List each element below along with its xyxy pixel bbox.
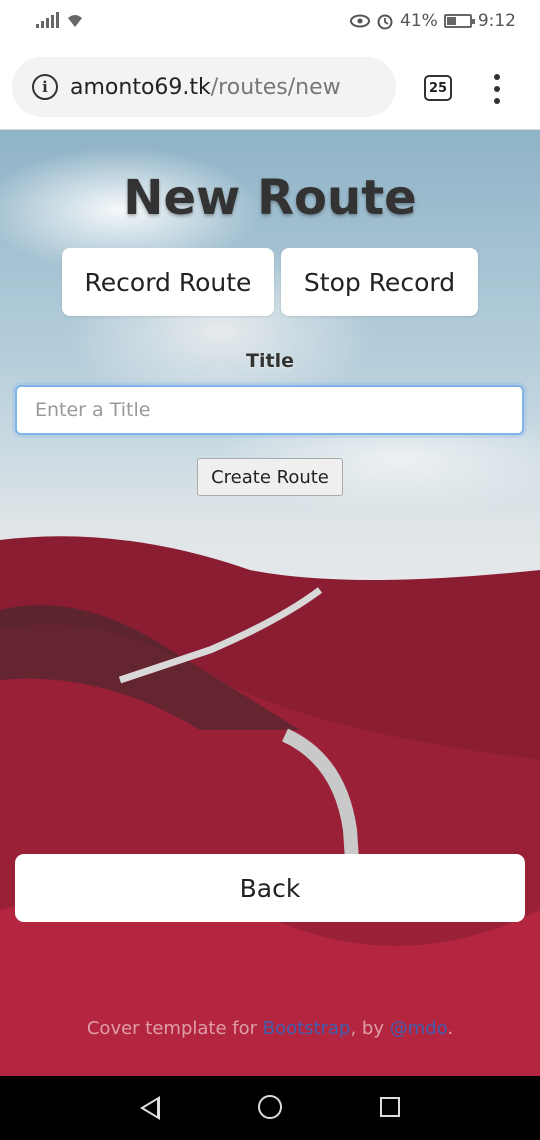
nav-back-icon[interactable] <box>140 1096 160 1120</box>
tab-switcher-button[interactable]: 25 <box>424 75 452 101</box>
title-input[interactable] <box>15 385 524 435</box>
mdo-link[interactable]: @mdo <box>390 1018 448 1039</box>
url-path: /routes/new <box>210 74 341 100</box>
system-nav-bar <box>0 1076 540 1140</box>
more-menu-icon[interactable] <box>492 74 502 104</box>
page-title: New Route <box>123 170 417 226</box>
status-right: 41% 9:12 <box>350 11 516 31</box>
back-button[interactable]: Back <box>15 854 525 922</box>
eye-icon <box>350 14 371 28</box>
footer-suffix: . <box>447 1018 454 1039</box>
browser-toolbar: i amonto69.tk/routes/new 25 <box>0 46 540 130</box>
footer: Cover template for Bootstrap, by @mdo. <box>0 1018 540 1039</box>
url-host: amonto69.tk <box>70 74 211 100</box>
bootstrap-link[interactable]: Bootstrap <box>263 1018 351 1039</box>
title-label: Title <box>246 350 294 372</box>
stop-record-button[interactable]: Stop Record <box>281 248 478 316</box>
record-route-button[interactable]: Record Route <box>62 248 274 316</box>
create-route-button[interactable]: Create Route <box>197 458 343 496</box>
info-icon[interactable]: i <box>32 74 58 100</box>
url-text[interactable]: amonto69.tk/routes/new <box>70 75 341 100</box>
nav-home-icon[interactable] <box>258 1095 282 1119</box>
page-content: New Route Record Route Stop Record Title… <box>0 130 540 1076</box>
url-bar[interactable]: i amonto69.tk/routes/new <box>12 57 396 117</box>
wifi-icon <box>68 15 82 27</box>
background-landscape <box>0 536 540 1076</box>
signal-icon <box>36 12 59 28</box>
status-left <box>36 12 85 28</box>
status-bar: 41% 9:12 <box>0 0 540 46</box>
battery-icon <box>443 14 475 28</box>
nav-recents-icon[interactable] <box>380 1097 400 1117</box>
footer-prefix: Cover template for <box>86 1018 263 1039</box>
battery-percent: 41% <box>400 11 438 31</box>
footer-middle: , by <box>350 1018 390 1039</box>
alarm-icon <box>377 14 393 30</box>
clock: 9:12 <box>477 11 516 31</box>
